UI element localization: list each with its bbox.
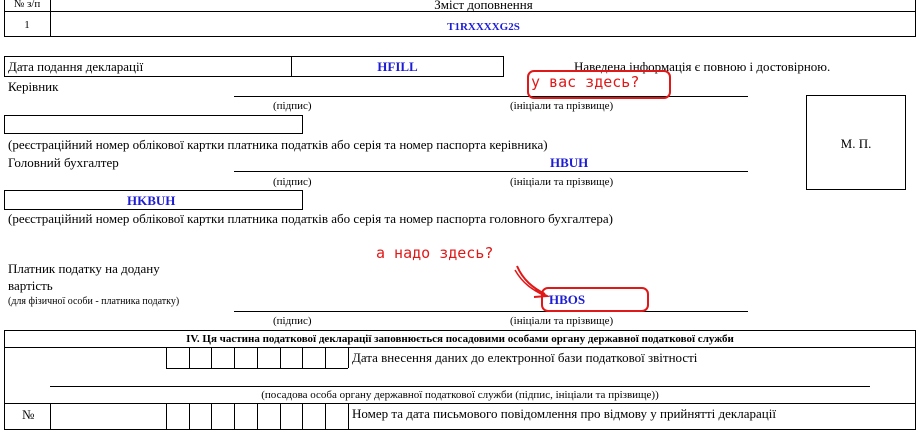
manager-id-caption: (реєстраційний номер облікової картки пл… [8,137,548,152]
row-value: T1RXXXXG2S [447,21,520,33]
refusal-notice-label: Номер та дата письмового повідомлення пр… [352,406,776,421]
accountant-id-value: HKBUH [127,193,176,208]
filing-date-label: Дата подання декларації [8,59,144,74]
stamp-label: М. П. [840,136,872,151]
payer-label-line2: вартість [8,278,53,293]
accountant-id-caption: (реєстраційний номер облікової картки пл… [8,211,613,226]
manager-signature-caption: (підпис) [273,100,312,112]
accountant-initials-caption: (ініціали та прізвище) [510,176,614,188]
payer-note: (для фізичної особи - платника податку) [8,296,180,307]
manager-initials-caption: (ініціали та прізвище) [510,100,614,112]
col-number-header: № з/п [13,0,41,10]
accountant-name-value: HBUH [550,155,589,170]
accountant-signature-caption: (підпис) [273,176,312,188]
section4-title: IV. Ця частина податкової декларації зап… [186,333,734,345]
payer-initials-caption: (ініціали та прізвище) [510,315,614,327]
official-caption: (посадова особа органу державної податко… [261,389,659,401]
filing-date-value: HFILL [377,59,418,74]
manager-id-field [4,115,303,134]
payer-signature-caption: (підпис) [273,315,312,327]
payer-label-line1: Платник податку на додану [8,261,160,276]
annotation-here-you: у вас здесь? [531,73,640,91]
refusal-number-label: № [22,407,35,422]
manager-label: Керівник [8,79,59,94]
annotation-need-here: а надо здесь? [376,244,494,262]
date-entry-label: Дата внесення даних до електронної бази … [352,350,698,365]
accountant-label: Головний бухгалтер [8,155,119,170]
annotation-oval-target [541,287,649,312]
row-number: 1 [24,19,30,31]
arrow-icon [514,265,551,298]
col-content-header: Зміст доповнення [434,0,533,12]
